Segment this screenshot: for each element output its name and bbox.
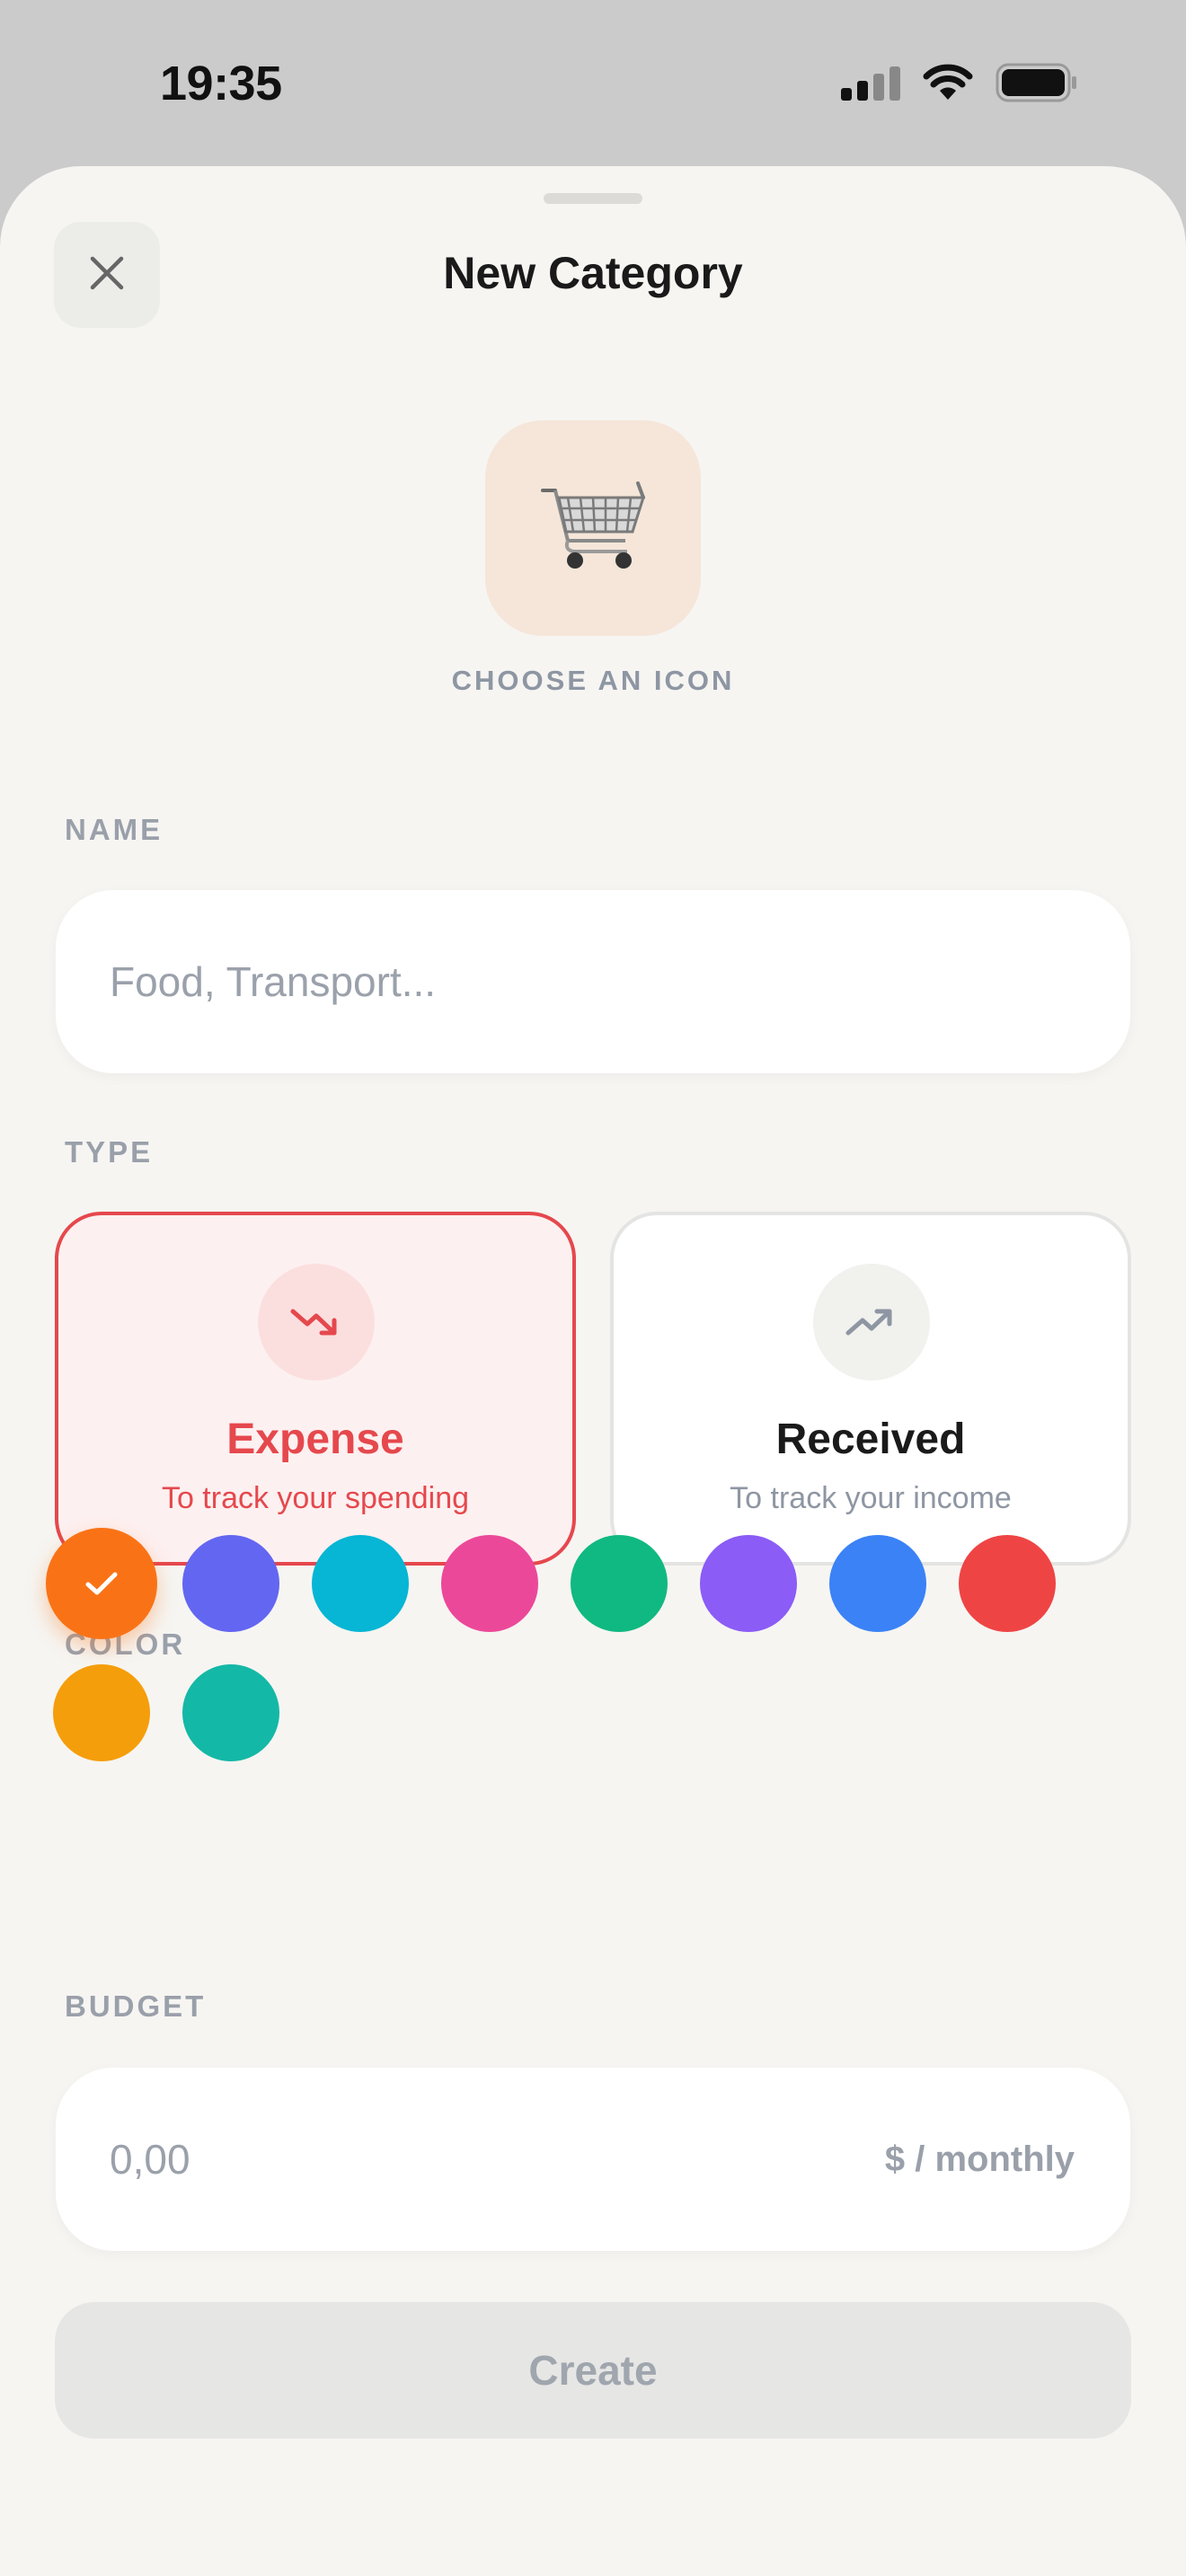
status-time: 19:35	[160, 57, 282, 110]
color-swatch[interactable]	[829, 1535, 926, 1632]
trending-down-icon	[258, 1264, 375, 1381]
budget-section-label: BUDGET	[65, 1989, 207, 2023]
create-button[interactable]: Create	[55, 2302, 1131, 2439]
choose-icon-label: CHOOSE AN ICON	[451, 665, 735, 696]
type-option-subtitle: To track your spending	[161, 1481, 470, 1515]
sheet-grabber[interactable]	[544, 193, 642, 204]
color-swatch[interactable]	[700, 1535, 797, 1632]
icon-picker-button[interactable]	[485, 420, 701, 636]
budget-suffix: $ / monthly	[884, 2139, 1075, 2179]
battery-icon	[996, 63, 1078, 102]
name-field[interactable]	[56, 890, 1130, 1073]
color-swatch[interactable]	[182, 1664, 279, 1761]
type-option-title: Expense	[226, 1416, 404, 1463]
name-section-label: NAME	[65, 813, 164, 846]
budget-input[interactable]	[110, 2068, 739, 2251]
color-swatch[interactable]	[53, 1664, 150, 1761]
new-category-sheet: New Category CHOOSE AN ICON NAME TYPE	[0, 166, 1186, 2576]
color-swatch[interactable]	[182, 1535, 279, 1632]
color-swatch[interactable]	[312, 1535, 409, 1632]
color-swatch[interactable]	[571, 1535, 668, 1632]
type-option-subtitle: To track your income	[730, 1481, 1012, 1515]
page-title: New Category	[443, 248, 743, 298]
name-input[interactable]	[110, 890, 1080, 1073]
budget-field[interactable]: $ / monthly	[56, 2068, 1130, 2251]
wifi-icon	[922, 64, 974, 101]
color-swatch[interactable]	[959, 1535, 1056, 1632]
type-option-expense[interactable]: Expense To track your spending	[55, 1212, 576, 1566]
trending-up-icon	[813, 1264, 930, 1381]
shopping-cart-icon	[537, 471, 649, 587]
status-icons	[841, 63, 1078, 102]
color-swatch[interactable]	[441, 1535, 538, 1632]
cellular-signal-icon	[841, 65, 900, 101]
color-swatch[interactable]	[46, 1528, 157, 1639]
type-section-label: TYPE	[65, 1135, 154, 1169]
checkmark-icon	[85, 1572, 118, 1595]
type-option-received[interactable]: Received To track your income	[610, 1212, 1131, 1566]
status-bar: 19:35	[0, 0, 1186, 166]
type-option-title: Received	[775, 1416, 966, 1463]
